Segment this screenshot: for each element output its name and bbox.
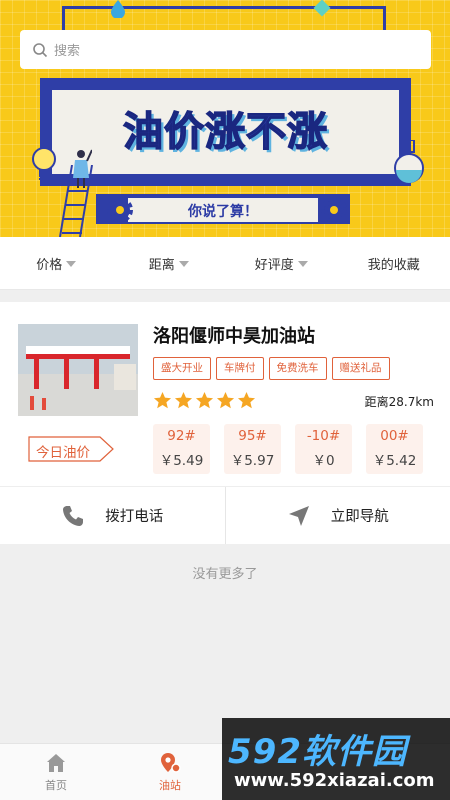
fuel-price: ￥5.97	[230, 453, 275, 469]
star-icon	[237, 391, 256, 409]
station-tag: 赠送礼品	[331, 357, 390, 380]
call-button[interactable]: 拨打电话	[0, 487, 225, 544]
search-input[interactable]: 搜索	[20, 30, 431, 69]
gear-icon	[107, 197, 133, 223]
caret-down-icon	[297, 261, 308, 267]
phone-icon	[63, 505, 84, 526]
tab-stations[interactable]: 油站	[140, 744, 200, 800]
fuel-grade: 92#	[167, 428, 196, 444]
location-pin-icon	[161, 753, 181, 773]
fuel-prices: 92# ￥5.49 95# ￥5.97 -10# ￥0 00# ￥5.42	[153, 424, 437, 474]
app-screen: 油价涨不涨 你说了算！ 搜索 价格 距离 好评度 我的收藏 洛阳偃师中昊加油站 …	[0, 0, 450, 800]
no-more-text: 没有更多了	[192, 567, 258, 582]
fuel-grade: 00#	[380, 428, 409, 444]
filter-favorites[interactable]: 我的收藏	[338, 237, 450, 289]
fuel-price: ￥0	[312, 453, 335, 469]
fuel-grade: -10#	[306, 428, 341, 444]
filter-favorites-label: 我的收藏	[367, 257, 420, 273]
tab-stations-label: 油站	[159, 779, 181, 792]
caret-down-icon	[66, 261, 77, 267]
filter-bar: 价格 距离 好评度 我的收藏	[0, 237, 450, 290]
banner-frame-left	[62, 6, 65, 32]
station-distance: 距离28.7km	[364, 395, 434, 409]
banner-title: 油价涨不涨	[122, 108, 328, 156]
star-icon	[174, 391, 193, 409]
call-button-label: 拨打电话	[105, 509, 164, 525]
lightbulb-icon	[32, 147, 56, 180]
station-actions: 拨打电话 立即导航	[0, 486, 450, 544]
star-icon	[153, 391, 172, 409]
fuel-price-item: 00# ￥5.42	[366, 424, 423, 474]
promo-banner[interactable]: 油价涨不涨 你说了算！ 搜索	[0, 0, 450, 237]
navigate-button-label: 立即导航	[330, 509, 389, 525]
banner-frame-right	[383, 6, 386, 32]
station-name[interactable]: 洛阳偃师中昊加油站	[153, 322, 315, 348]
fuel-price: ￥5.49	[159, 453, 204, 469]
filter-distance-label: 距离	[148, 257, 175, 273]
watermark-brand: 592软件园	[228, 732, 407, 772]
banner-subtitle: 你说了算！	[188, 204, 258, 220]
watermark-url: www.592xiazai.com	[234, 770, 435, 791]
rating-stars	[153, 391, 258, 410]
search-icon	[33, 42, 48, 57]
navigation-arrow-icon	[288, 505, 309, 526]
station-tag: 车牌付	[216, 357, 264, 380]
station-photo	[18, 324, 138, 416]
fuel-price: ￥5.42	[372, 453, 417, 469]
diamond-icon	[313, 0, 331, 17]
star-icon	[216, 391, 235, 409]
search-placeholder: 搜索	[54, 44, 81, 59]
station-tags: 盛大开业 车牌付 免费洗车 赠送礼品	[153, 357, 395, 380]
navigate-button[interactable]: 立即导航	[224, 487, 450, 544]
star-icon	[195, 391, 214, 409]
caret-down-icon	[178, 261, 189, 267]
fuel-price-item: -10# ￥0	[295, 424, 352, 474]
tab-home-label: 首页	[45, 779, 67, 792]
tab-home[interactable]: 首页	[26, 744, 86, 800]
oil-drop-icon	[111, 0, 125, 18]
filter-price-label: 价格	[36, 257, 63, 273]
site-watermark: 592软件园 www.592xiazai.com	[222, 718, 450, 800]
person-illustration	[73, 149, 92, 188]
station-card[interactable]: 洛阳偃师中昊加油站 盛大开业 车牌付 免费洗车 赠送礼品 距离28.7km 今日…	[0, 302, 450, 544]
home-icon	[47, 754, 65, 772]
station-tag: 盛大开业	[153, 357, 211, 380]
today-price-label: 今日油价	[36, 445, 90, 461]
fuel-grade: 95#	[238, 428, 267, 444]
filter-rating-label: 好评度	[254, 257, 294, 273]
station-tag: 免费洗车	[268, 357, 327, 380]
fuel-price-item: 95# ￥5.97	[224, 424, 281, 474]
filter-rating[interactable]: 好评度	[225, 237, 338, 289]
fuel-price-item: 92# ￥5.49	[153, 424, 210, 474]
filter-price[interactable]: 价格	[0, 237, 113, 289]
flask-icon	[394, 140, 424, 183]
filter-distance[interactable]: 距离	[113, 237, 226, 289]
gear-icon	[321, 197, 347, 223]
